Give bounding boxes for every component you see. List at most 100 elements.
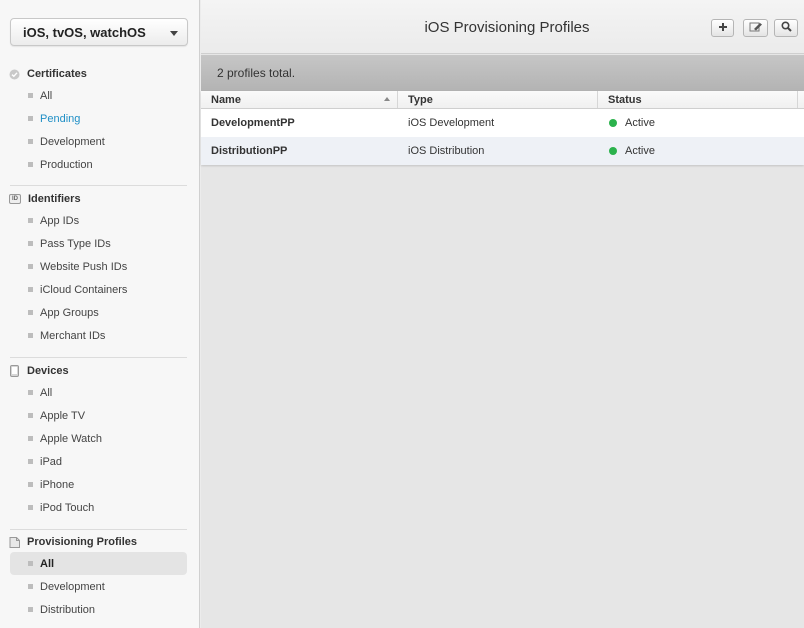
column-label: Status: [608, 93, 642, 106]
sidebar-item-label: Apple Watch: [40, 432, 102, 445]
divider: [10, 529, 187, 530]
table-row[interactable]: DistributionPP iOS Distribution Active: [201, 137, 804, 165]
section-title: Certificates: [27, 68, 87, 80]
bullet-icon: [28, 333, 33, 338]
section-title: Devices: [27, 365, 69, 377]
status-label: Active: [625, 145, 655, 157]
id-badge-icon: ID: [9, 194, 21, 204]
column-header-name[interactable]: Name: [201, 91, 398, 108]
chevron-down-icon: [170, 31, 178, 36]
profiles-table: Name Type Status DevelopmentPP iOS Devel…: [201, 91, 804, 165]
document-icon: [9, 536, 20, 548]
bullet-icon: [28, 218, 33, 223]
sidebar-item-website-push-ids[interactable]: Website Push IDs: [0, 255, 200, 278]
certificate-icon: [9, 69, 20, 80]
sidebar-item-label: Apple TV: [40, 409, 86, 422]
bullet-icon: [28, 390, 33, 395]
toolbar: iOS Provisioning Profiles: [201, 0, 804, 54]
cell-name: DevelopmentPP: [211, 117, 295, 129]
cell-type: iOS Development: [408, 117, 495, 129]
sidebar-item-label: App Groups: [40, 306, 99, 319]
sidebar-item-label: Development: [40, 580, 105, 593]
sidebar-item-label: Production: [40, 158, 93, 171]
cell-name: DistributionPP: [211, 145, 288, 157]
bullet-icon: [28, 287, 33, 292]
bullet-icon: [28, 584, 33, 589]
sidebar-item-profiles-distribution[interactable]: Distribution: [0, 598, 200, 621]
sidebar-item-certificates-production[interactable]: Production: [0, 153, 200, 176]
sidebar-item-profiles-all[interactable]: All: [10, 552, 187, 575]
sidebar-item-iphone[interactable]: iPhone: [0, 473, 200, 496]
plus-icon: [718, 22, 728, 35]
sidebar-item-label: All: [40, 89, 53, 102]
sidebar-item-profiles-development[interactable]: Development: [0, 575, 200, 598]
sidebar-item-ipad[interactable]: iPad: [0, 450, 200, 473]
section-header-certificates[interactable]: Certificates: [0, 64, 200, 84]
divider: [10, 357, 187, 358]
bullet-icon: [28, 310, 33, 315]
sidebar-item-label: Website Push IDs: [40, 260, 128, 273]
sidebar-item-label: App IDs: [40, 214, 80, 227]
bullet-icon: [28, 459, 33, 464]
section-provisioning-profiles: Provisioning Profiles All Development Di…: [0, 532, 200, 621]
platform-select-value: iOS, tvOS, watchOS: [23, 24, 146, 40]
pencil-icon: [749, 22, 763, 35]
bullet-icon: [28, 482, 33, 487]
search-icon: [780, 21, 792, 35]
cell-status: Active: [598, 145, 798, 157]
bullet-icon: [28, 264, 33, 269]
sidebar-item-label: iPod Touch: [40, 501, 95, 514]
bullet-icon: [28, 116, 33, 121]
sidebar-item-merchant-ids[interactable]: Merchant IDs: [0, 324, 200, 347]
column-label: Type: [408, 93, 433, 106]
search-button[interactable]: [774, 19, 798, 37]
platform-select[interactable]: iOS, tvOS, watchOS: [10, 18, 188, 46]
sidebar-item-certificates-development[interactable]: Development: [0, 130, 200, 153]
section-certificates: Certificates All Pending Development Pro…: [0, 64, 200, 176]
table-row[interactable]: DevelopmentPP iOS Development Active: [201, 109, 804, 137]
bullet-icon: [28, 162, 33, 167]
table-header: Name Type Status: [201, 91, 804, 109]
bullet-icon: [28, 139, 33, 144]
status-label: Active: [625, 117, 655, 129]
status-active-icon: [609, 119, 617, 127]
sidebar-item-apple-watch[interactable]: Apple Watch: [0, 427, 200, 450]
sidebar-item-label: Merchant IDs: [40, 329, 106, 342]
section-identifiers: ID Identifiers App IDs Pass Type IDs Web…: [0, 189, 200, 347]
bullet-icon: [28, 413, 33, 418]
sidebar-item-label: Distribution: [40, 603, 96, 616]
sidebar-item-icloud-containers[interactable]: iCloud Containers: [0, 278, 200, 301]
column-label: Name: [211, 93, 241, 106]
sidebar-item-label: Pending: [40, 112, 81, 125]
sidebar-item-label: iPad: [40, 455, 63, 468]
sidebar-item-apple-tv[interactable]: Apple TV: [0, 404, 200, 427]
main-content: iOS Provisioning Profiles 2 profiles tot…: [201, 0, 804, 628]
bullet-icon: [28, 93, 33, 98]
add-button[interactable]: [711, 19, 734, 37]
column-header-status[interactable]: Status: [598, 91, 798, 108]
status-active-icon: [609, 147, 617, 155]
sidebar-item-app-ids[interactable]: App IDs: [0, 209, 200, 232]
edit-button[interactable]: [743, 19, 768, 37]
column-header-type[interactable]: Type: [398, 91, 598, 108]
section-header-provisioning-profiles[interactable]: Provisioning Profiles: [0, 532, 200, 552]
sidebar-item-pass-type-ids[interactable]: Pass Type IDs: [0, 232, 200, 255]
section-header-identifiers[interactable]: ID Identifiers: [0, 189, 200, 209]
sidebar: iOS, tvOS, watchOS Certificates All Pend…: [0, 0, 200, 628]
sidebar-item-label: iPhone: [40, 478, 75, 491]
sidebar-item-devices-all[interactable]: All: [0, 381, 200, 404]
sidebar-item-ipod-touch[interactable]: iPod Touch: [0, 496, 200, 519]
section-header-devices[interactable]: Devices: [0, 361, 200, 381]
sidebar-item-certificates-all[interactable]: All: [0, 84, 200, 107]
bullet-icon: [28, 241, 33, 246]
sidebar-item-label: All: [40, 386, 53, 399]
cell-status: Active: [598, 117, 798, 129]
cell-type: iOS Distribution: [408, 145, 485, 157]
sidebar-item-label: iCloud Containers: [40, 283, 128, 296]
sidebar-item-label: Pass Type IDs: [40, 237, 111, 250]
divider: [10, 185, 187, 186]
sidebar-item-certificates-pending[interactable]: Pending: [0, 107, 200, 130]
device-icon: [9, 365, 20, 377]
sidebar-item-app-groups[interactable]: App Groups: [0, 301, 200, 324]
sidebar-item-label: Development: [40, 135, 105, 148]
